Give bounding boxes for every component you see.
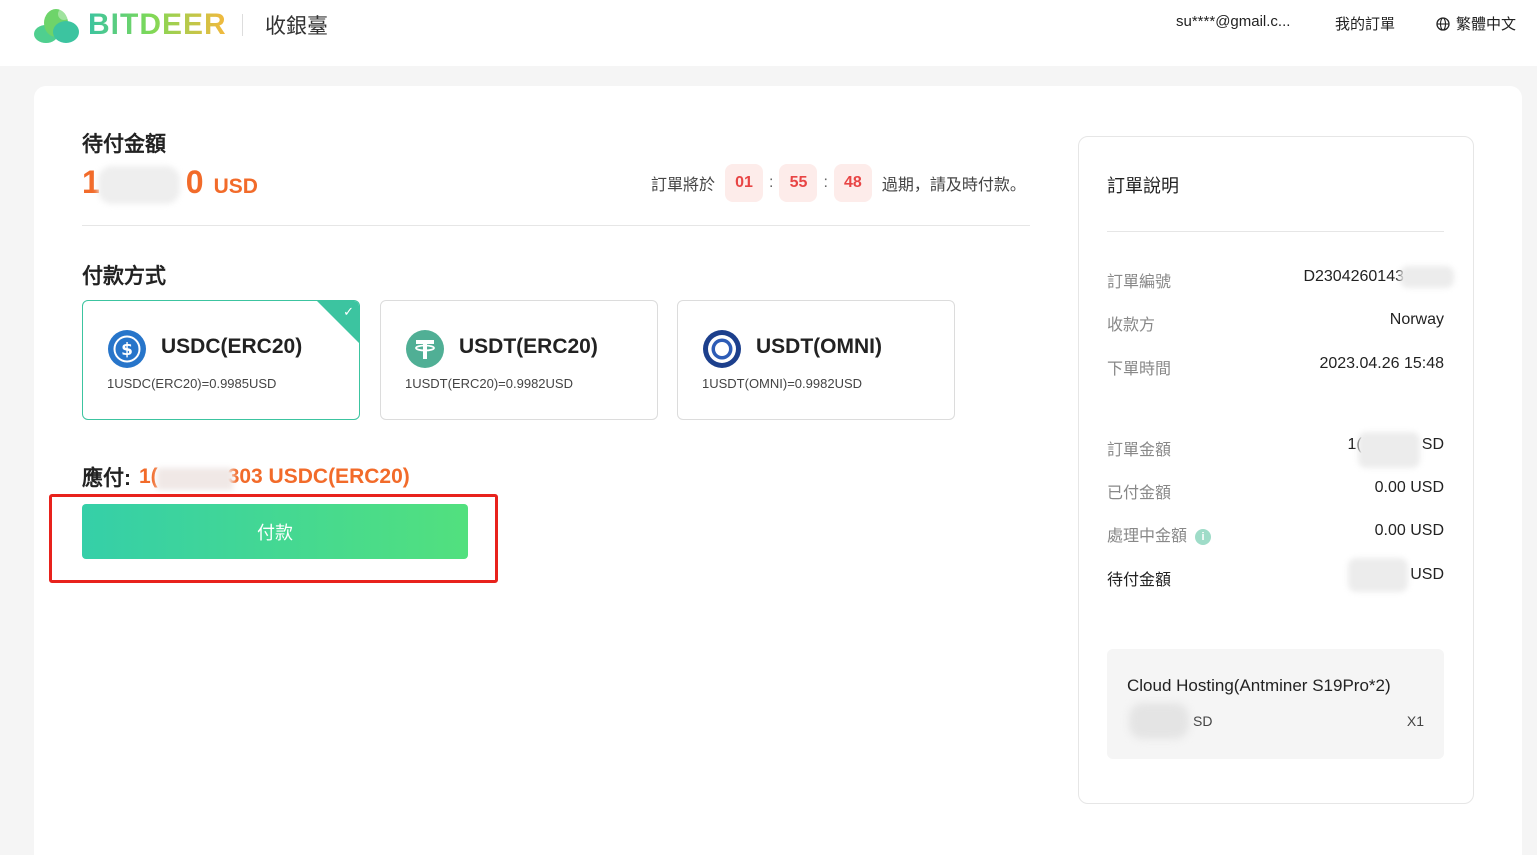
svg-text:$: $	[121, 340, 133, 360]
timer-suffix: 過期，請及時付款。	[881, 177, 1026, 194]
amount-due-value: 1( 303 USDC(ERC20)	[139, 465, 410, 490]
redaction-blur	[1348, 558, 1409, 592]
order-row-payee: 收款方 Norway	[1107, 311, 1444, 335]
row-label: 已付金額	[1107, 485, 1172, 502]
row-label: 訂單金額	[1107, 442, 1172, 459]
row-value: 1(SD	[1348, 432, 1444, 468]
timer-colon: :	[769, 174, 774, 191]
my-orders-link[interactable]: 我的訂單	[1335, 13, 1395, 34]
row-label-wrap: 處理中金額 i	[1107, 522, 1212, 546]
method-name: USDT(OMNI)	[756, 335, 882, 358]
method-rate: 1USDC(ERC20)=0.9985USD	[107, 376, 277, 391]
info-icon[interactable]: i	[1195, 528, 1212, 545]
omni-icon	[703, 330, 741, 368]
bitdeer-logo[interactable]: BITDEER	[32, 6, 227, 44]
product-item: Cloud Hosting(Antminer S19Pro*2) SD X1	[1107, 649, 1444, 759]
order-row-paid: 已付金額 0.00 USD	[1107, 479, 1444, 503]
order-row-total: 訂單金額 1(SD	[1107, 432, 1444, 468]
timer-hours: 01	[725, 164, 764, 202]
globe-icon	[1436, 16, 1450, 31]
pending-amount: 10 USD	[82, 164, 258, 204]
payment-method-usdc-erc20[interactable]: $ USDC(ERC20) 1USDC(ERC20)=0.9985USD ✓	[82, 300, 360, 420]
amount-end: 0	[185, 164, 204, 200]
pending-unit: USD	[1410, 566, 1444, 583]
total-end: SD	[1421, 436, 1444, 453]
product-quantity: X1	[1406, 713, 1424, 729]
language-selector[interactable]: 繁體中文	[1436, 13, 1516, 34]
payment-method-usdt-erc20[interactable]: USDT(ERC20) 1USDT(ERC20)=0.9982USD	[380, 300, 658, 420]
row-value: USD	[1348, 558, 1444, 592]
due-end: 303 USDC(ERC20)	[227, 465, 410, 488]
usdc-icon: $	[108, 330, 146, 368]
row-value: Norway	[1389, 311, 1444, 328]
order-row-processing: 處理中金額 i 0.00 USD	[1107, 522, 1444, 546]
method-name: USDC(ERC20)	[161, 335, 303, 358]
pending-amount-label: 待付金額	[82, 133, 166, 156]
language-label: 繁體中文	[1456, 16, 1517, 33]
row-label: 收款方	[1107, 317, 1156, 334]
order-row-pending: 待付金額 USD	[1107, 558, 1444, 592]
row-label: 待付金額	[1107, 572, 1172, 589]
amount-unit: USD	[213, 175, 258, 198]
user-email[interactable]: su****@gmail.c...	[1176, 13, 1290, 30]
due-start: 1(	[139, 465, 158, 488]
product-price: SD	[1127, 703, 1213, 739]
order-summary-title: 訂單說明	[1107, 176, 1179, 196]
redaction-blur	[98, 166, 180, 204]
amount-due: 應付: 1( 303 USDC(ERC20)	[82, 462, 410, 492]
pay-button[interactable]: 付款	[82, 504, 468, 559]
timer-colon: :	[823, 174, 828, 191]
row-value: 0.00 USD	[1374, 479, 1444, 496]
timer-prefix: 訂單將於	[651, 177, 716, 194]
order-row-time: 下單時間 2023.04.26 15:48	[1107, 355, 1444, 379]
section-divider	[82, 225, 1030, 226]
order-number-text: D2304260143	[1303, 268, 1404, 285]
payment-method-usdt-omni[interactable]: USDT(OMNI) 1USDT(OMNI)=0.9982USD	[677, 300, 955, 420]
redaction-blur	[157, 468, 233, 490]
row-label: 處理中金額	[1107, 528, 1188, 545]
check-icon: ✓	[343, 304, 354, 319]
method-name: USDT(ERC20)	[459, 335, 598, 358]
pending-amount-value: 10	[82, 164, 204, 204]
top-header: BITDEER 收銀臺 su****@gmail.c... 我的訂單 繁體中文	[0, 0, 1537, 66]
tether-icon	[406, 330, 444, 368]
page-title: 收銀臺	[265, 15, 328, 38]
order-number: D2304260143	[1303, 266, 1454, 292]
timer-seconds: 48	[833, 164, 872, 202]
method-rate: 1USDT(ERC20)=0.9982USD	[405, 376, 573, 391]
payment-method-label: 付款方式	[82, 265, 166, 288]
order-row-number: 訂單編號 D2304260143	[1107, 266, 1454, 292]
price-suffix: SD	[1193, 713, 1213, 729]
redaction-blur	[1357, 432, 1420, 468]
redaction-blur	[1400, 266, 1454, 288]
expiry-timer: 訂單將於 01 : 55 : 48 過期，請及時付款。	[651, 164, 1026, 202]
order-summary-divider	[1107, 231, 1444, 232]
row-value: 0.00 USD	[1374, 522, 1444, 539]
method-rate: 1USDT(OMNI)=0.9982USD	[702, 376, 863, 391]
row-value: 2023.04.26 15:48	[1319, 355, 1444, 372]
timer-minutes: 55	[779, 164, 818, 202]
product-name: Cloud Hosting(Antminer S19Pro*2)	[1127, 676, 1391, 695]
row-label: 訂單編號	[1107, 274, 1172, 291]
brand-name: BITDEER	[88, 8, 227, 41]
redaction-blur	[1129, 703, 1189, 739]
bitdeer-leaf-icon	[34, 8, 79, 43]
header-separator	[242, 14, 243, 36]
amount-due-label: 應付:	[82, 467, 131, 490]
row-label: 下單時間	[1107, 361, 1172, 378]
